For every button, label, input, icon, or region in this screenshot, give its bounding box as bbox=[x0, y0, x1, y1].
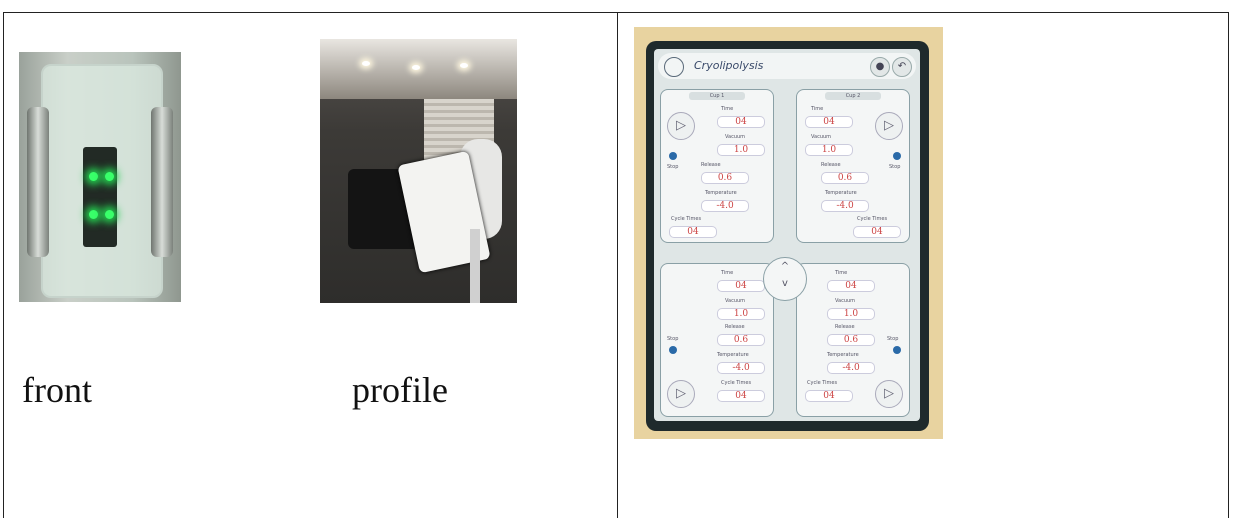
cycle-label: Cycle Times bbox=[721, 380, 752, 386]
info-icon bbox=[893, 346, 901, 354]
cycle-label: Cycle Times bbox=[807, 380, 838, 386]
vacuum-label: Vacuum bbox=[835, 298, 856, 304]
cycle-value: 04 bbox=[717, 390, 765, 402]
temperature-label: Temperature bbox=[705, 190, 737, 196]
applicator-handle bbox=[470, 229, 480, 303]
vacuum-label: Vacuum bbox=[811, 134, 832, 140]
cup4-panel: Time 04 Vacuum 1.0 Release 0.6 Stop Temp… bbox=[796, 263, 910, 417]
time-value: 04 bbox=[717, 116, 765, 128]
scroll-control: ^ v bbox=[763, 257, 807, 301]
time-label: Time bbox=[721, 106, 734, 112]
led-light bbox=[89, 172, 98, 181]
temperature-label: Temperature bbox=[827, 352, 859, 358]
play-icon: ▷ bbox=[875, 112, 903, 140]
vacuum-value: 1.0 bbox=[827, 308, 875, 320]
play-icon: ▷ bbox=[875, 380, 903, 408]
release-value: 0.6 bbox=[701, 172, 749, 184]
temperature-value: -4.0 bbox=[717, 362, 765, 374]
temperature-value: -4.0 bbox=[821, 200, 869, 212]
vacuum-label: Vacuum bbox=[725, 298, 746, 304]
cycle-value: 04 bbox=[853, 226, 901, 238]
cycle-value: 04 bbox=[669, 226, 717, 238]
device-logo-icon bbox=[664, 57, 684, 77]
drop-icon: ● bbox=[870, 57, 890, 77]
release-value: 0.6 bbox=[717, 334, 765, 346]
release-label: Release bbox=[725, 324, 745, 330]
led-light bbox=[105, 172, 114, 181]
cup2-header: Cup 2 bbox=[825, 92, 881, 100]
time-value: 04 bbox=[805, 116, 853, 128]
front-photo bbox=[19, 52, 181, 302]
info-icon bbox=[669, 346, 677, 354]
temperature-value: -4.0 bbox=[827, 362, 875, 374]
left-handle bbox=[27, 107, 49, 257]
back-icon: ↶ bbox=[892, 57, 912, 77]
time-label: Time bbox=[721, 270, 734, 276]
right-handle bbox=[151, 107, 173, 257]
screen-title: Cryolipolysis bbox=[694, 59, 764, 72]
play-icon: ▷ bbox=[667, 112, 695, 140]
led-strip bbox=[83, 147, 117, 247]
document-table bbox=[3, 12, 1229, 518]
cycle-label: Cycle Times bbox=[857, 216, 888, 222]
led-light bbox=[89, 210, 98, 219]
time-value: 04 bbox=[827, 280, 875, 292]
time-label: Time bbox=[835, 270, 848, 276]
tablet-photo: Cryolipolysis ● ↶ Cup 1 ▷ Time 04 Vacuum… bbox=[634, 27, 943, 439]
stop-label: Stop bbox=[667, 336, 679, 342]
vacuum-value: 1.0 bbox=[805, 144, 853, 156]
front-caption: front bbox=[22, 370, 92, 410]
tablet-screen: Cryolipolysis ● ↶ Cup 1 ▷ Time 04 Vacuum… bbox=[654, 49, 920, 421]
column-divider bbox=[617, 12, 618, 518]
cup1-header: Cup 1 bbox=[689, 92, 745, 100]
cycle-label: Cycle Times bbox=[671, 216, 702, 222]
cup2-panel: Cup 2 ▷ Time 04 Vacuum 1.0 Stop Release … bbox=[796, 89, 910, 243]
stop-label: Stop bbox=[889, 164, 901, 170]
stop-label: Stop bbox=[887, 336, 899, 342]
vacuum-label: Vacuum bbox=[725, 134, 746, 140]
chevron-up-icon: ^ bbox=[780, 261, 790, 272]
ceiling-light bbox=[460, 63, 468, 68]
cycle-value: 04 bbox=[805, 390, 853, 402]
info-icon bbox=[669, 152, 677, 160]
release-label: Release bbox=[701, 162, 721, 168]
cup1-panel: Cup 1 ▷ Time 04 Vacuum 1.0 Stop Release … bbox=[660, 89, 774, 243]
ceiling-light bbox=[412, 65, 420, 70]
release-label: Release bbox=[821, 162, 841, 168]
info-icon bbox=[893, 152, 901, 160]
release-value: 0.6 bbox=[827, 334, 875, 346]
vacuum-value: 1.0 bbox=[717, 144, 765, 156]
stop-label: Stop bbox=[667, 164, 679, 170]
profile-caption: profile bbox=[352, 370, 448, 410]
time-value: 04 bbox=[717, 280, 765, 292]
chevron-down-icon: v bbox=[782, 278, 788, 289]
led-light bbox=[105, 210, 114, 219]
release-label: Release bbox=[835, 324, 855, 330]
play-icon: ▷ bbox=[667, 380, 695, 408]
cup3-panel: Time 04 Vacuum 1.0 Release 0.6 Stop Temp… bbox=[660, 263, 774, 417]
release-value: 0.6 bbox=[821, 172, 869, 184]
vacuum-value: 1.0 bbox=[717, 308, 765, 320]
temperature-value: -4.0 bbox=[701, 200, 749, 212]
time-label: Time bbox=[811, 106, 824, 112]
profile-photo bbox=[320, 39, 517, 303]
screen-header: Cryolipolysis ● ↶ bbox=[658, 53, 916, 79]
ceiling-light bbox=[362, 61, 370, 66]
temperature-label: Temperature bbox=[825, 190, 857, 196]
temperature-label: Temperature bbox=[717, 352, 749, 358]
